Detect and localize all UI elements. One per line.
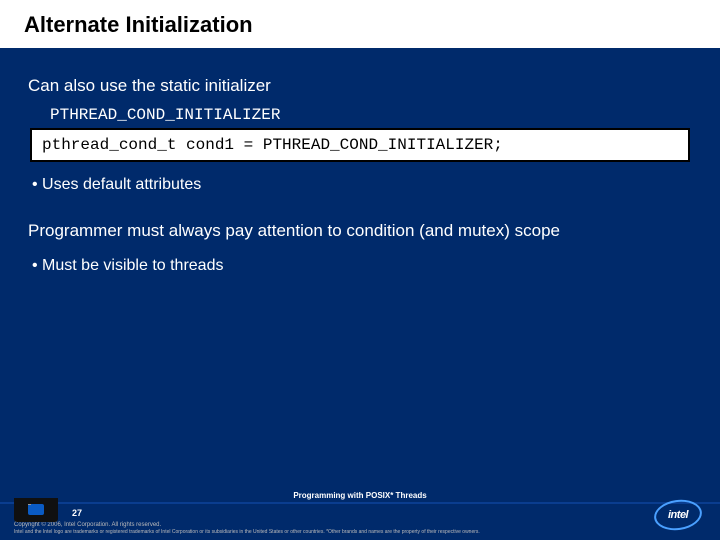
course-title: Programming with POSIX* Threads xyxy=(0,491,720,500)
bullet-visible: • Must be visible to threads xyxy=(28,257,692,275)
intel-logo-icon: intel xyxy=(654,500,702,530)
slide: Alternate Initialization Can also use th… xyxy=(0,0,720,540)
copyright-text: Copyright © 2006, Intel Corporation. All… xyxy=(14,522,720,528)
content-area: Can also use the static initializer PTHR… xyxy=(0,48,720,275)
slide-title: Alternate Initialization xyxy=(24,12,700,38)
macro-name: PTHREAD_COND_INITIALIZER xyxy=(28,106,692,124)
scope-paragraph: Programmer must always pay attention to … xyxy=(28,220,692,243)
legal-text: Intel and the Intel logo are trademarks … xyxy=(14,529,720,536)
intro-text: Can also use the static initializer xyxy=(28,76,692,96)
software-badge-icon xyxy=(14,498,58,522)
bullet-default-attributes: • Uses default attributes xyxy=(28,176,692,194)
footer-bar: 27 Copyright © 2006, Intel Corporation. … xyxy=(0,502,720,540)
code-box: pthread_cond_t cond1 = PTHREAD_COND_INIT… xyxy=(30,128,690,162)
footer: Programming with POSIX* Threads 27 Copyr… xyxy=(0,491,720,540)
page-number: 27 xyxy=(72,508,720,518)
intel-logo-text: intel xyxy=(668,509,688,521)
title-bar: Alternate Initialization xyxy=(0,0,720,48)
